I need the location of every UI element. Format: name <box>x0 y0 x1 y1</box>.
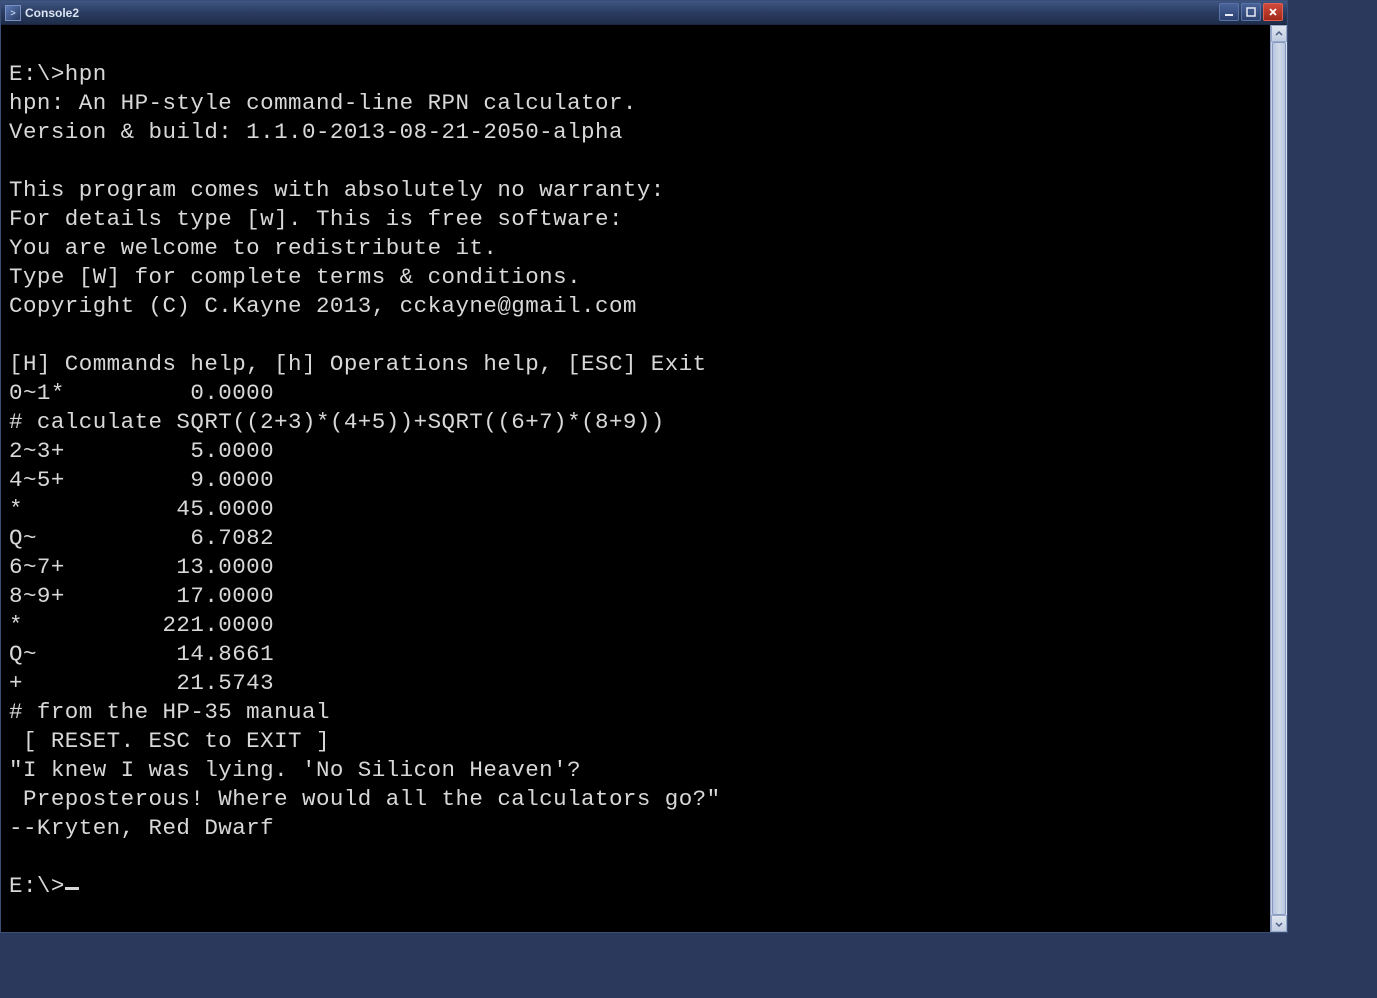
maximize-button[interactable] <box>1241 3 1261 21</box>
terminal-line: 6~7+ 13.0000 <box>9 554 274 580</box>
terminal-line: Version & build: 1.1.0-2013-08-21-2050-a… <box>9 119 623 145</box>
chevron-up-icon <box>1275 30 1283 38</box>
terminal-line: E:\>hpn <box>9 61 107 87</box>
close-button[interactable] <box>1263 3 1283 21</box>
terminal-line: 8~9+ 17.0000 <box>9 583 274 609</box>
terminal-line: This program comes with absolutely no wa… <box>9 177 665 203</box>
terminal-line: # calculate SQRT((2+3)*(4+5))+SQRT((6+7)… <box>9 409 665 435</box>
terminal-line: Q~ 14.8661 <box>9 641 274 667</box>
terminal-line: * 221.0000 <box>9 612 274 638</box>
terminal-line: 4~5+ 9.0000 <box>9 467 274 493</box>
terminal-line: hpn: An HP-style command-line RPN calcul… <box>9 90 637 116</box>
scroll-track[interactable] <box>1271 42 1287 915</box>
terminal-area: E:\>hpn hpn: An HP-style command-line RP… <box>1 25 1287 932</box>
application-window: Console2 E:\>hpn hpn: An HP-style comman… <box>0 0 1288 933</box>
scroll-down-button[interactable] <box>1271 915 1287 932</box>
terminal-line: * 45.0000 <box>9 496 274 522</box>
terminal-line: For details type [w]. This is free softw… <box>9 206 623 232</box>
terminal-line: # from the HP-35 manual <box>9 699 330 725</box>
app-icon <box>5 5 21 21</box>
maximize-icon <box>1246 7 1256 17</box>
terminal-line: [H] Commands help, [h] Operations help, … <box>9 351 707 377</box>
terminal-line: Q~ 6.7082 <box>9 525 274 551</box>
terminal-line: --Kryten, Red Dwarf <box>9 815 274 841</box>
terminal-line: Preposterous! Where would all the calcul… <box>9 786 721 812</box>
terminal-line: 0~1* 0.0000 <box>9 380 274 406</box>
terminal-line: + 21.5743 <box>9 670 274 696</box>
minimize-icon <box>1224 7 1234 17</box>
vertical-scrollbar[interactable] <box>1270 25 1287 932</box>
scroll-up-button[interactable] <box>1271 25 1287 42</box>
terminal-line: You are welcome to redistribute it. <box>9 235 497 261</box>
titlebar[interactable]: Console2 <box>1 1 1287 25</box>
chevron-down-icon <box>1275 920 1283 928</box>
terminal-prompt: E:\> <box>9 873 65 899</box>
close-icon <box>1268 7 1278 17</box>
terminal-line: 2~3+ 5.0000 <box>9 438 274 464</box>
terminal-line: Copyright (C) C.Kayne 2013, cckayne@gmai… <box>9 293 637 319</box>
terminal-line: Type [W] for complete terms & conditions… <box>9 264 581 290</box>
window-title: Console2 <box>25 6 1219 20</box>
terminal-output[interactable]: E:\>hpn hpn: An HP-style command-line RP… <box>1 25 1270 932</box>
cursor <box>65 887 79 890</box>
terminal-line: [ RESET. ESC to EXIT ] <box>9 728 330 754</box>
terminal-line: "I knew I was lying. 'No Silicon Heaven'… <box>9 757 581 783</box>
scroll-thumb[interactable] <box>1272 42 1286 915</box>
window-controls <box>1219 1 1287 24</box>
minimize-button[interactable] <box>1219 3 1239 21</box>
